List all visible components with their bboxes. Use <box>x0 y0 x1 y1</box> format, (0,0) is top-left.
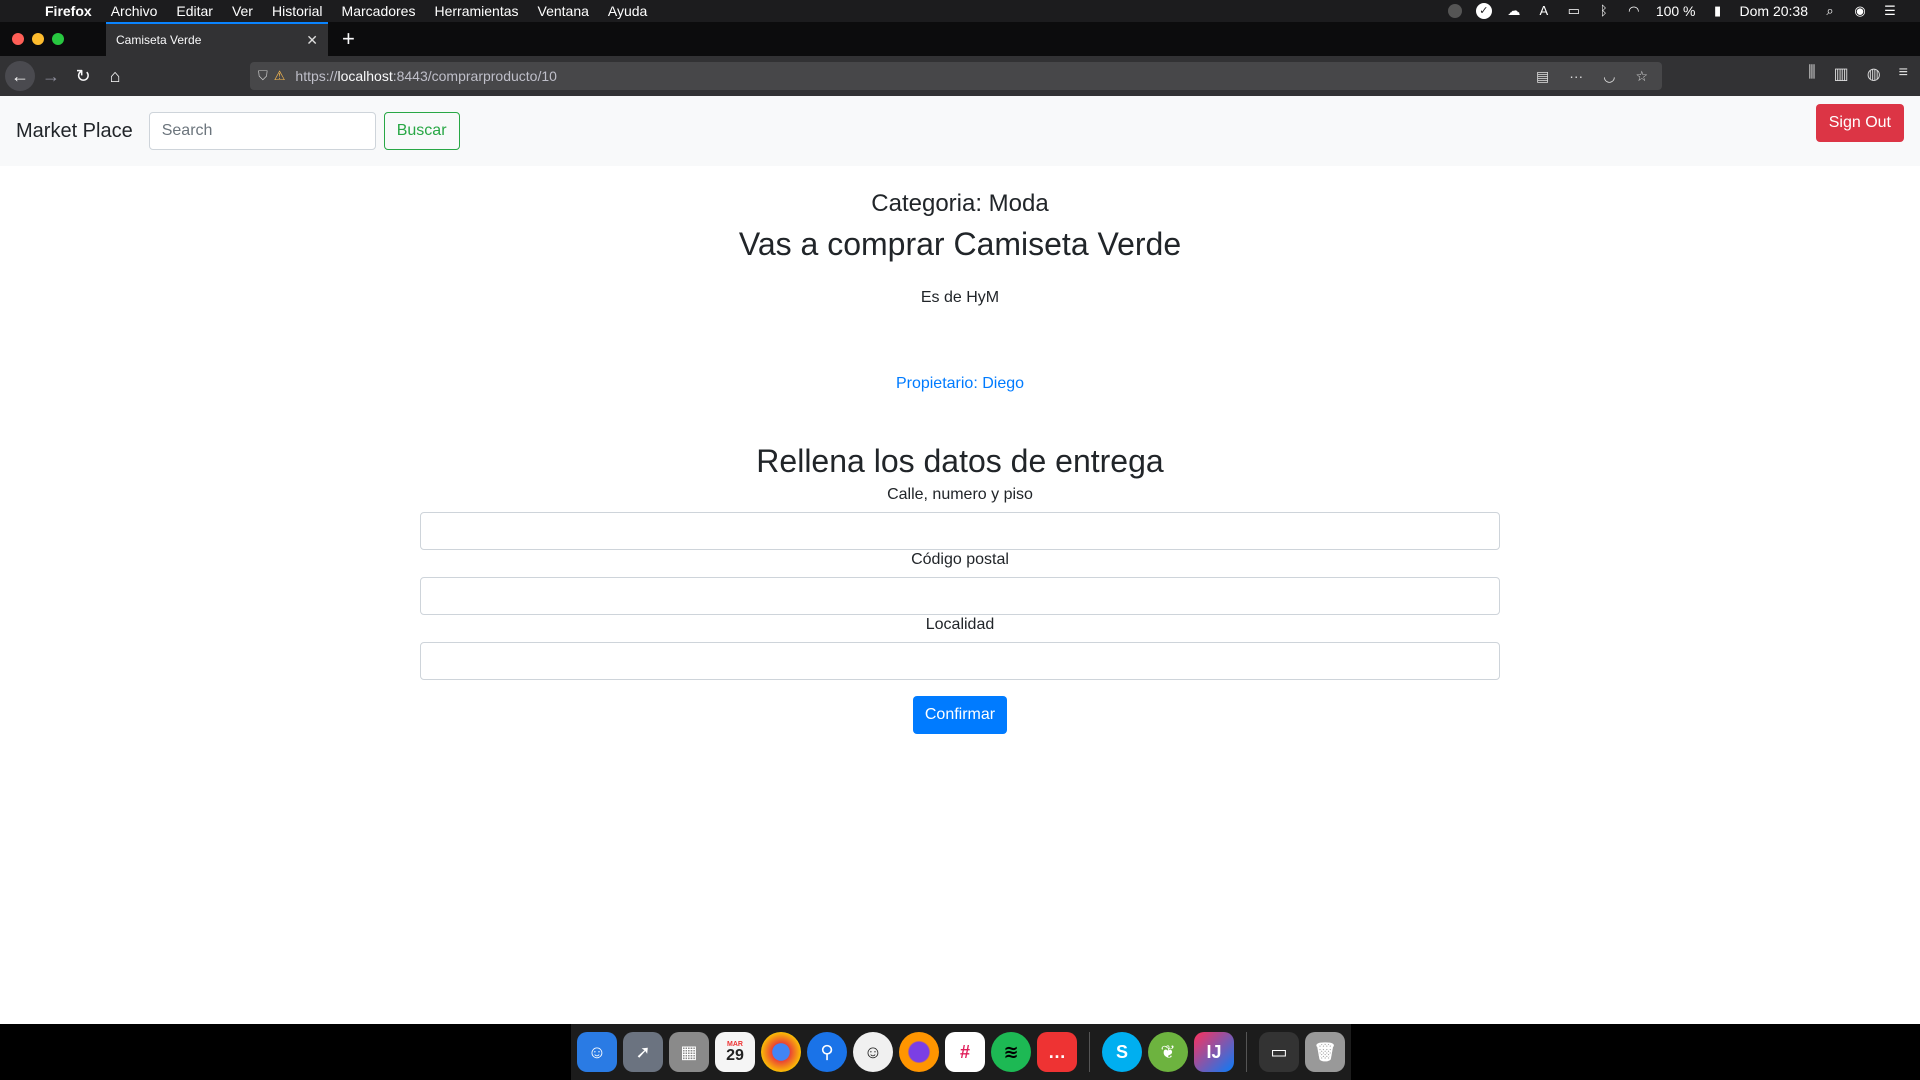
cloud-icon[interactable]: ☁ <box>1506 4 1522 18</box>
minimize-window-icon[interactable] <box>32 33 44 45</box>
airplay-icon[interactable]: ▭ <box>1566 4 1582 18</box>
calendar-icon[interactable]: MAR 29 <box>715 1032 755 1072</box>
insecure-lock-icon[interactable]: ⚠ <box>274 68 286 84</box>
clock-label[interactable]: Dom 20:38 <box>1740 3 1808 19</box>
bluetooth-icon[interactable]: ᛒ <box>1596 4 1612 18</box>
calendar-day: 29 <box>726 1046 744 1064</box>
product-title: Vas a comprar Camiseta Verde <box>738 226 1182 262</box>
close-window-icon[interactable] <box>12 33 24 45</box>
check-icon[interactable]: ✓ <box>1475 3 1492 19</box>
forward-arrow-icon[interactable]: → <box>35 66 67 87</box>
menu-ayuda[interactable]: Ayuda <box>608 3 647 19</box>
control-center-icon[interactable]: ☰ <box>1882 4 1898 18</box>
url-host: localhost <box>337 68 393 84</box>
city-label: Localidad <box>925 616 995 633</box>
delivery-form-title: Rellena los datos de entrega <box>756 443 1164 479</box>
adobe-icon[interactable]: A <box>1536 4 1552 18</box>
finder-icon[interactable]: ☺ <box>577 1032 617 1072</box>
more-actions-icon[interactable]: ··· <box>1569 68 1583 85</box>
wifi-icon[interactable]: ◠ <box>1626 4 1642 18</box>
menu-archivo[interactable]: Archivo <box>111 3 158 19</box>
dock-separator <box>1246 1032 1247 1072</box>
skype-icon[interactable]: S <box>1102 1032 1142 1072</box>
browser-tab[interactable]: Camiseta Verde ✕ <box>106 22 328 56</box>
slack-icon[interactable]: # <box>945 1032 985 1072</box>
sidebar-icon[interactable]: ▥ <box>1834 64 1849 84</box>
library-icon[interactable]: ⫼ <box>1808 64 1815 84</box>
dock-separator <box>1089 1032 1090 1072</box>
maximize-window-icon[interactable] <box>52 33 64 45</box>
home-icon[interactable]: ⌂ <box>99 66 131 87</box>
menu-herramientas[interactable]: Herramientas <box>434 3 518 19</box>
postal-code-input[interactable] <box>420 577 1500 615</box>
street-input[interactable] <box>420 512 1500 550</box>
product-category: Categoria: Moda <box>871 190 1049 217</box>
owner-link[interactable]: Propietario: Diego <box>896 375 1024 393</box>
tab-title: Camiseta Verde <box>116 33 202 47</box>
chrome-icon[interactable] <box>761 1032 801 1072</box>
delivery-form: Calle, numero y piso Código postal Local… <box>420 486 1500 734</box>
macos-dock: ☺ ➚ ▦ MAR 29 ⚲ ☺ # ≋ … S ❦ IJ ▭ 🗑 <box>571 1024 1351 1080</box>
speech-app-icon[interactable]: … <box>1037 1032 1077 1072</box>
menu-marcadores[interactable]: Marcadores <box>342 3 416 19</box>
close-tab-icon[interactable]: ✕ <box>306 32 318 49</box>
postal-code-label: Código postal <box>911 551 1009 568</box>
maps-pin-icon[interactable]: ⚲ <box>807 1032 847 1072</box>
spring-tool-icon[interactable]: ❦ <box>1148 1032 1188 1072</box>
spotlight-search-icon[interactable]: ⌕ <box>1822 4 1838 18</box>
hamburger-menu-icon[interactable]: ≡ <box>1899 64 1908 84</box>
search-button[interactable]: Buscar <box>383 112 460 150</box>
calculator-icon[interactable]: ▦ <box>669 1032 709 1072</box>
menu-app-name[interactable]: Firefox <box>45 3 92 19</box>
product-description: Es de HyM <box>920 289 1000 306</box>
smiley-app-icon[interactable]: ☺ <box>853 1032 893 1072</box>
bookmark-star-icon[interactable]: ☆ <box>1635 68 1648 85</box>
url-bar[interactable]: ⛉ ⚠ https://localhost:8443/comprarproduc… <box>250 62 1662 90</box>
url-prefix: https:// <box>295 68 338 84</box>
intellij-icon[interactable]: IJ <box>1194 1032 1234 1072</box>
account-icon[interactable]: ◍ <box>1867 64 1881 84</box>
menu-editar[interactable]: Editar <box>176 3 213 19</box>
street-label: Calle, numero y piso <box>887 486 1033 503</box>
reader-view-icon[interactable]: ▤ <box>1536 68 1549 85</box>
confirm-button[interactable]: Confirmar <box>912 696 1008 734</box>
browser-tab-strip: Camiseta Verde ✕ + <box>0 22 1920 56</box>
macos-menubar: Firefox Archivo Editar Ver Historial Mar… <box>0 0 1920 22</box>
brand-link[interactable]: Market Place <box>16 120 133 143</box>
status-dot-icon[interactable] <box>1447 4 1462 18</box>
purchase-content: Categoria: Moda Vas a comprar Camiseta V… <box>420 190 1500 734</box>
new-tab-icon[interactable]: + <box>342 28 355 50</box>
battery-icon[interactable]: ▮ <box>1710 4 1726 18</box>
site-navbar: Market Place Buscar Sign Out <box>0 96 1920 166</box>
screenshot-icon[interactable]: ▭ <box>1259 1032 1299 1072</box>
firefox-icon[interactable] <box>899 1032 939 1072</box>
launchpad-icon[interactable]: ➚ <box>623 1032 663 1072</box>
back-arrow-icon[interactable]: ← <box>5 61 35 91</box>
browser-toolbar: ← → ↻ ⌂ ⛉ ⚠ https://localhost:8443/compr… <box>0 56 1920 96</box>
shield-icon[interactable]: ⛉ <box>258 68 268 84</box>
trash-icon[interactable]: 🗑 <box>1305 1032 1345 1072</box>
city-input[interactable] <box>420 642 1500 680</box>
search-input[interactable] <box>148 112 376 150</box>
web-page: Market Place Buscar Sign Out Categoria: … <box>0 96 1920 1024</box>
reload-icon[interactable]: ↻ <box>67 66 99 87</box>
menu-ventana[interactable]: Ventana <box>538 3 589 19</box>
url-path: :8443/comprarproducto/10 <box>392 68 557 84</box>
siri-icon[interactable]: ◉ <box>1852 4 1868 18</box>
menu-ver[interactable]: Ver <box>232 3 253 19</box>
sign-out-button[interactable]: Sign Out <box>1815 104 1904 142</box>
menu-historial[interactable]: Historial <box>272 3 323 19</box>
spotify-icon[interactable]: ≋ <box>991 1032 1031 1072</box>
pocket-icon[interactable]: ◡ <box>1603 68 1615 85</box>
battery-label: 100 % <box>1655 3 1696 19</box>
window-controls <box>0 33 106 45</box>
